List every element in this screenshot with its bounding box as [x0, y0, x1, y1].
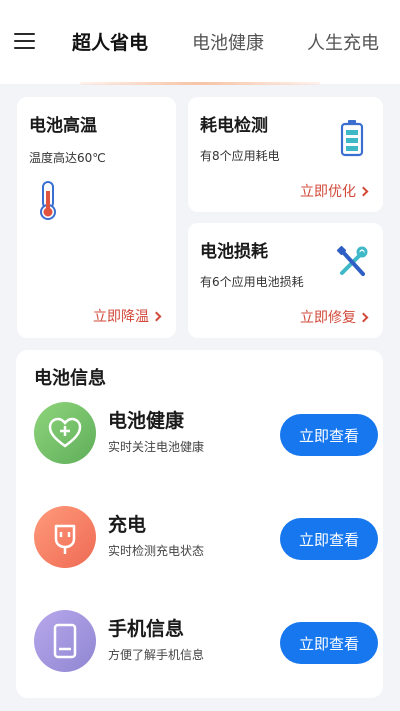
tab-super-saver[interactable]: 超人省电	[72, 28, 148, 55]
view-charging-button[interactable]: 立即查看	[280, 518, 378, 560]
battery-info-panel: 电池信息 电池健康 实时关注电池健康 立即查看 充电 实时检测充电状态 立即查看	[16, 350, 383, 698]
repair-label: 立即修复	[300, 310, 356, 326]
charging-name: 充电	[108, 514, 147, 536]
chevron-right-icon	[358, 186, 369, 197]
card-desc: 温度高达60℃	[29, 151, 106, 165]
thermometer-icon	[40, 181, 56, 220]
tab-life-charge[interactable]: 人生充电	[307, 29, 379, 55]
repair-link[interactable]: 立即修复	[300, 307, 369, 327]
top-bar: 超人省电 电池健康 人生充电	[0, 0, 400, 85]
list-item-battery-health[interactable]: 电池健康 实时关注电池健康 立即查看	[16, 402, 383, 472]
cool-down-label: 立即降温	[93, 309, 149, 325]
card-title: 电池高温	[29, 116, 97, 136]
header-accent-line	[80, 82, 320, 85]
charging-plug-icon	[34, 506, 96, 568]
battery-icon	[340, 120, 364, 157]
view-phone-info-button[interactable]: 立即查看	[280, 622, 378, 664]
heart-plus-icon	[34, 402, 96, 464]
tab-battery-health[interactable]: 电池健康	[192, 29, 264, 55]
charging-desc: 实时检测充电状态	[108, 544, 205, 558]
optimize-link[interactable]: 立即优化	[300, 181, 369, 201]
view-battery-health-button[interactable]: 立即查看	[280, 414, 378, 456]
chevron-right-icon	[358, 312, 369, 323]
cool-down-link[interactable]: 立即降温	[93, 306, 162, 326]
phone-info-name: 手机信息	[108, 618, 185, 640]
card-battery-high-temp[interactable]: 电池高温 温度高达60℃ 立即降温	[17, 97, 176, 338]
card-title: 电池损耗	[200, 242, 268, 262]
list-item-phone-info[interactable]: 手机信息 方便了解手机信息 立即查看	[16, 610, 383, 680]
chevron-right-icon	[151, 311, 162, 322]
menu-icon[interactable]	[14, 32, 36, 50]
battery-health-desc: 实时关注电池健康	[108, 440, 205, 454]
card-desc: 有6个应用电池损耗	[200, 275, 304, 289]
card-power-check[interactable]: 耗电检测 有8个应用耗电 立即优化	[188, 97, 383, 212]
card-title: 耗电检测	[200, 116, 268, 136]
list-item-charging[interactable]: 充电 实时检测充电状态 立即查看	[16, 506, 383, 576]
card-desc: 有8个应用耗电	[200, 149, 280, 163]
battery-health-name: 电池健康	[108, 410, 185, 432]
battery-info-title: 电池信息	[34, 368, 106, 389]
card-battery-wear[interactable]: 电池损耗 有6个应用电池损耗 立即修复	[188, 223, 383, 338]
repair-tools-icon	[336, 245, 368, 276]
optimize-label: 立即优化	[300, 184, 356, 200]
phone-icon	[34, 610, 96, 672]
phone-info-desc: 方便了解手机信息	[108, 648, 205, 662]
